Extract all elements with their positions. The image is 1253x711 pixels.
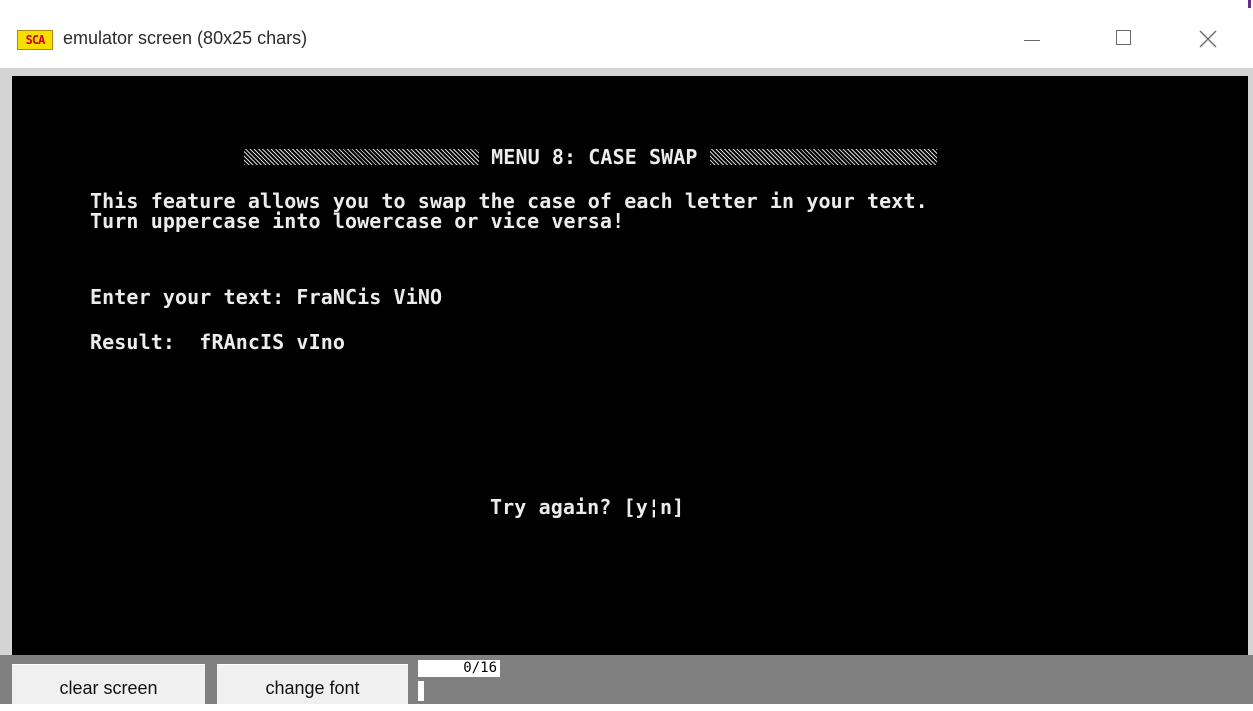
try-again-prompt: Try again? [y¦n] [490,495,685,519]
window-accent [1248,0,1251,8]
heading-hatch-left [244,148,479,165]
title-bar[interactable]: SCA emulator screen (80x25 chars) [0,0,1253,68]
maximize-icon [1116,30,1131,45]
result-row: Result: fRAncIS vIno [90,331,345,353]
result-value: fRAncIS vIno [199,330,345,354]
menu-heading-row: MENU 8: CASE SWAP [244,146,937,168]
terminal-screen[interactable]: MENU 8: CASE SWAP This feature allows yo… [12,76,1248,655]
minimize-icon [1024,40,1040,41]
char-counter-text: 0/16 [463,660,497,676]
char-counter: 0/16 [418,660,500,677]
clear-screen-button[interactable]: clear screen [12,664,205,704]
input-row: Enter your text: FraNCis ViNO [90,286,442,308]
input-value: FraNCis ViNO [296,285,443,309]
window-title: emulator screen (80x25 chars) [63,28,308,48]
close-button[interactable] [1183,20,1233,60]
emulator-window: SCA emulator screen (80x25 chars) MENU 8… [0,0,1253,704]
result-label: Result: [90,330,175,354]
heading-hatch-right [709,148,937,165]
minimize-button[interactable] [1006,20,1056,60]
close-icon [1199,30,1217,48]
app-icon: SCA [17,30,53,50]
description-line-2: Turn uppercase into lowercase or vice ve… [90,209,625,233]
change-font-button[interactable]: change font [217,664,408,704]
maximize-button[interactable] [1100,20,1150,60]
input-label: Enter your text: [90,285,285,309]
menu-heading: MENU 8: CASE SWAP [491,145,698,169]
counter-progress-bar [418,681,424,701]
